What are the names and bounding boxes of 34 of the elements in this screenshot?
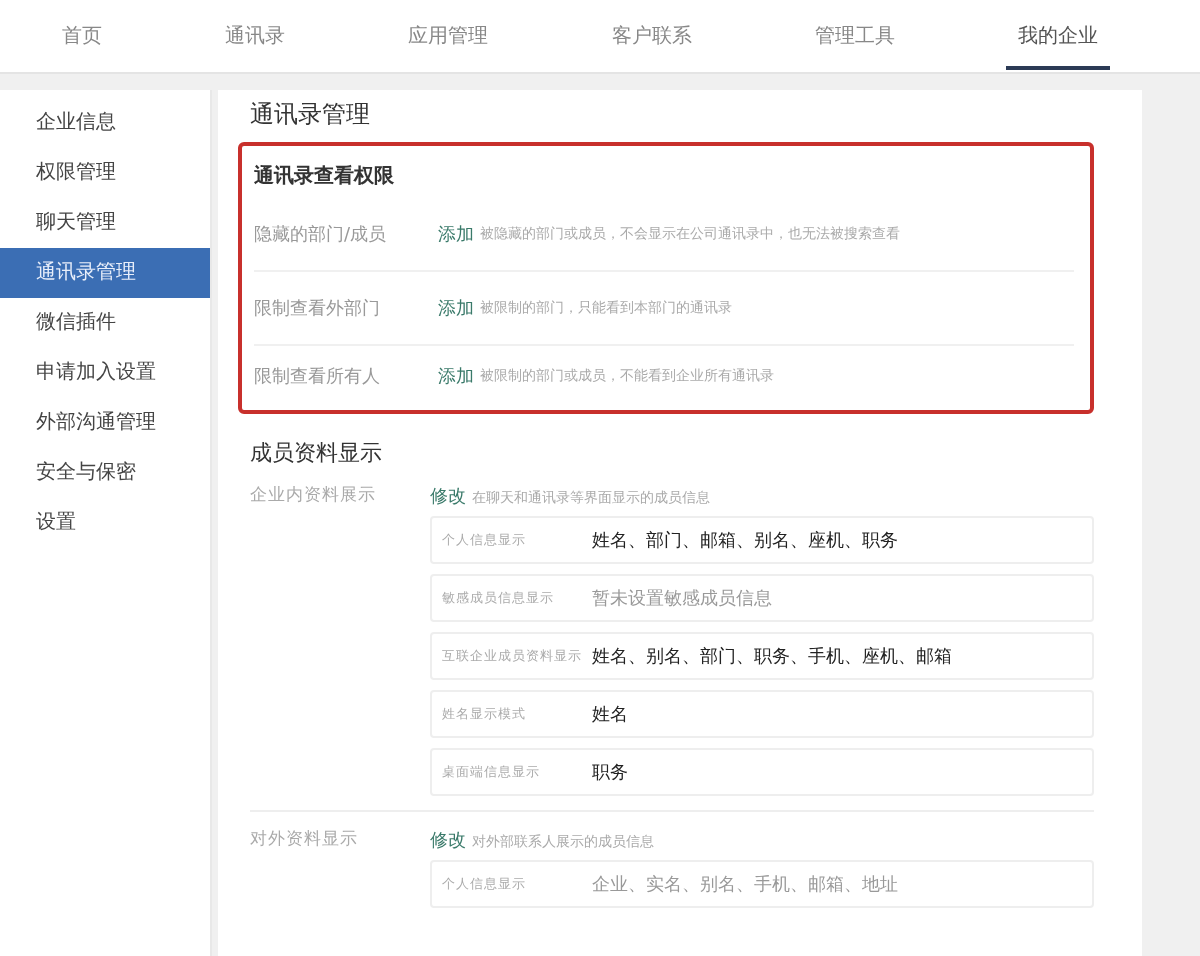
setting-label: 限制查看外部门	[254, 297, 382, 321]
edit-link[interactable]: 修改	[430, 828, 466, 854]
setting-label: 隐藏的部门/成员	[254, 223, 389, 247]
nav-tab[interactable]: 首页	[49, 2, 114, 70]
setting-label: 限制查看所有人	[254, 365, 382, 389]
add-link[interactable]: 添加	[438, 295, 474, 321]
setting-label: 企业内资料展示	[250, 484, 378, 510]
nav-tab[interactable]: 客户联系	[599, 2, 704, 70]
sidebar-item[interactable]: 聊天管理	[0, 198, 210, 248]
field-value: 姓名、部门、邮箱、别名、座机、职务	[592, 529, 898, 553]
section-title: 成员资料显示	[250, 438, 384, 470]
add-link[interactable]: 添加	[438, 363, 474, 389]
add-link[interactable]: 添加	[438, 221, 474, 247]
nav-tab[interactable]: 应用管理	[396, 2, 501, 70]
page-title: 通讯录管理	[248, 98, 372, 132]
sidebar-item[interactable]: 申请加入设置	[0, 348, 210, 398]
section-title: 通讯录查看权限	[254, 163, 396, 192]
field-value: 职务	[592, 761, 628, 785]
sidebar-item[interactable]: 安全与保密	[0, 448, 210, 498]
setting-label: 对外资料显示	[250, 828, 360, 854]
sidebar-item[interactable]: 企业信息	[0, 98, 210, 148]
nav-tab[interactable]: 通讯录	[212, 2, 297, 70]
field-value: 姓名、别名、部门、职务、手机、座机、邮箱	[592, 645, 952, 669]
sidebar-item[interactable]: 通讯录管理	[0, 248, 210, 298]
field-value: 暂未设置敏感成员信息	[592, 587, 772, 611]
edit-link[interactable]: 修改	[430, 484, 466, 510]
sidebar-item[interactable]: 权限管理	[0, 148, 210, 198]
nav-tab[interactable]: 我的企业	[1006, 2, 1111, 70]
sidebar-item[interactable]: 设置	[0, 498, 210, 548]
nav-tab[interactable]: 管理工具	[802, 2, 907, 70]
sidebar-item[interactable]: 微信插件	[0, 298, 210, 348]
sidebar-item[interactable]: 外部沟通管理	[0, 398, 210, 448]
field-value: 姓名	[592, 703, 628, 727]
field-value: 企业、实名、别名、手机、邮箱、地址	[592, 873, 898, 897]
